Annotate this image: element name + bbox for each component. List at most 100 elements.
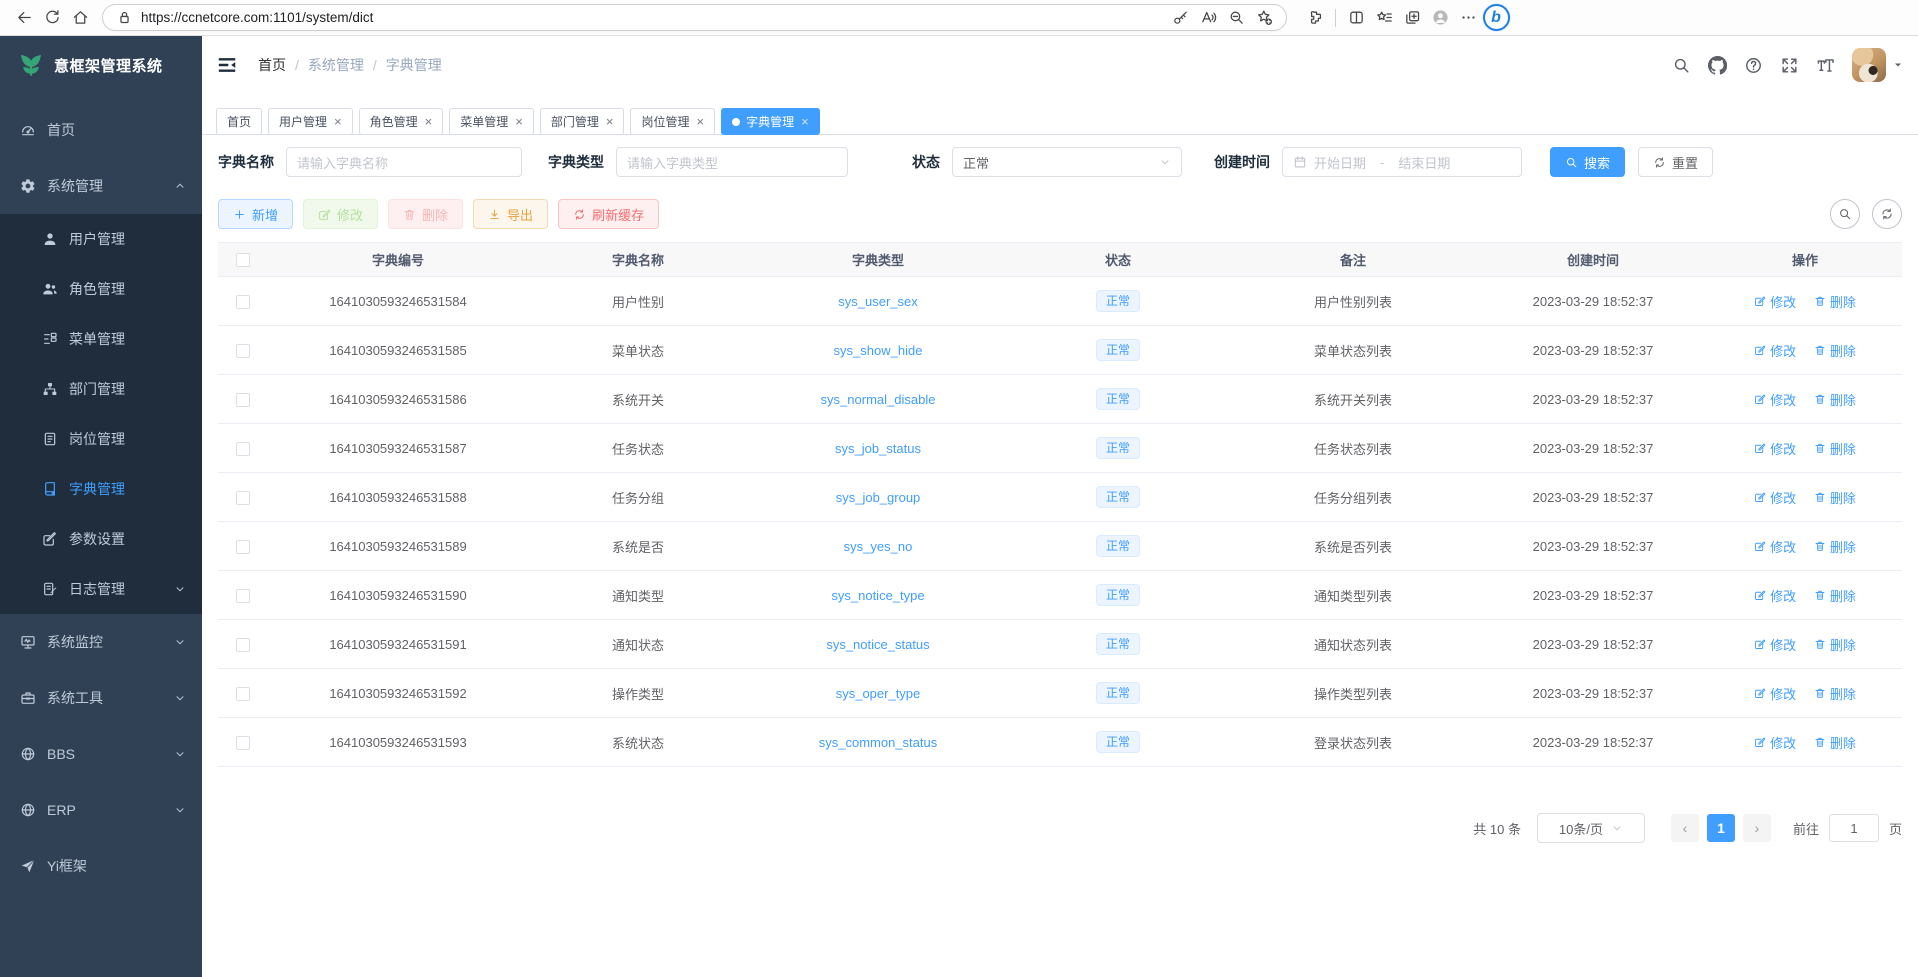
sidebar-item-菜单管理[interactable]: 菜单管理 [0,314,202,364]
sidebar-item-角色管理[interactable]: 角色管理 [0,264,202,314]
row-checkbox[interactable] [236,491,250,505]
avatar-caret-down-icon[interactable] [1892,59,1904,71]
search-icon[interactable] [1666,50,1696,80]
row-delete-link[interactable]: 删除 [1814,684,1856,703]
row-edit-link[interactable]: 修改 [1754,635,1796,654]
dict-type-input[interactable]: 请输入字典类型 [616,147,848,177]
row-edit-link[interactable]: 修改 [1754,684,1796,703]
sidebar-item-用户管理[interactable]: 用户管理 [0,214,202,264]
search-button[interactable]: 搜索 [1550,147,1625,177]
row-delete-link[interactable]: 删除 [1814,635,1856,654]
zoom-out-icon[interactable] [1222,4,1250,32]
date-end[interactable]: 结束日期 [1398,153,1450,172]
collapse-sidebar-icon[interactable] [216,54,238,76]
row-edit-link[interactable]: 修改 [1754,341,1796,360]
tab-close-icon[interactable]: × [515,115,523,128]
more-icon[interactable] [1454,4,1482,32]
tab-close-icon[interactable]: × [606,115,614,128]
edit-button[interactable]: 修改 [303,199,378,229]
read-aloud-icon[interactable] [1194,4,1222,32]
tab-菜单管理[interactable]: 菜单管理 × [449,108,534,135]
row-delete-link[interactable]: 删除 [1814,390,1856,409]
dict-type-link[interactable]: sys_notice_type [831,588,924,603]
row-checkbox[interactable] [236,295,250,309]
dict-type-link[interactable]: sys_oper_type [836,686,921,701]
row-edit-link[interactable]: 修改 [1754,733,1796,752]
tab-close-icon[interactable]: × [334,115,342,128]
row-delete-link[interactable]: 删除 [1814,292,1856,311]
tab-close-icon[interactable]: × [425,115,433,128]
sidebar-item-岗位管理[interactable]: 岗位管理 [0,414,202,464]
tab-字典管理[interactable]: 字典管理 × [721,108,820,135]
row-delete-link[interactable]: 删除 [1814,488,1856,507]
sidebar-item-首页[interactable]: 首页 [0,102,202,158]
next-page-button[interactable]: › [1743,814,1771,842]
tab-用户管理[interactable]: 用户管理 × [268,108,353,135]
add-button[interactable]: 新增 [218,199,293,229]
back-icon[interactable] [10,4,38,32]
row-delete-link[interactable]: 删除 [1814,733,1856,752]
help-icon[interactable] [1738,50,1768,80]
sidebar-item-参数设置[interactable]: 参数设置 [0,514,202,564]
sidebar-item-Yi框架[interactable]: Yi框架 [0,838,202,894]
row-edit-link[interactable]: 修改 [1754,586,1796,605]
select-all-checkbox[interactable] [236,253,250,267]
tab-close-icon[interactable]: × [696,115,704,128]
delete-button[interactable]: 删除 [388,199,463,229]
address-bar[interactable]: https://ccnetcore.com:1101/system/dict [102,4,1287,31]
reset-button[interactable]: 重置 [1638,147,1713,177]
sidebar-item-系统监控[interactable]: 系统监控 [0,614,202,670]
profile-icon[interactable] [1426,4,1454,32]
sidebar-item-BBS[interactable]: BBS [0,726,202,782]
prev-page-button[interactable]: ‹ [1671,814,1699,842]
tab-部门管理[interactable]: 部门管理 × [540,108,625,135]
sidebar-item-日志管理[interactable]: 日志管理 [0,564,202,614]
fullscreen-icon[interactable] [1774,50,1804,80]
row-edit-link[interactable]: 修改 [1754,292,1796,311]
date-range-input[interactable]: 开始日期 - 结束日期 [1282,147,1522,177]
row-delete-link[interactable]: 删除 [1814,341,1856,360]
sidebar-item-系统管理[interactable]: 系统管理 [0,158,202,214]
dict-type-link[interactable]: sys_job_group [836,490,921,505]
row-checkbox[interactable] [236,393,250,407]
dict-type-link[interactable]: sys_normal_disable [821,392,936,407]
page-size-select[interactable]: 10条/页 [1537,813,1645,843]
row-edit-link[interactable]: 修改 [1754,488,1796,507]
row-checkbox[interactable] [236,687,250,701]
date-start[interactable]: 开始日期 [1314,153,1366,172]
dict-type-link[interactable]: sys_notice_status [826,637,929,652]
extensions-icon[interactable] [1301,4,1329,32]
breadcrumb-home[interactable]: 首页 [258,55,286,75]
refresh-icon[interactable] [38,4,66,32]
favorite-add-icon[interactable] [1250,4,1278,32]
dict-type-link[interactable]: sys_user_sex [838,294,917,309]
url-text[interactable]: https://ccnetcore.com:1101/system/dict [141,10,1166,25]
sidebar-item-ERP[interactable]: ERP [0,782,202,838]
sidebar-item-系统工具[interactable]: 系统工具 [0,670,202,726]
split-screen-icon[interactable] [1342,4,1370,32]
tab-角色管理[interactable]: 角色管理 × [359,108,444,135]
dict-type-link[interactable]: sys_yes_no [844,539,913,554]
row-edit-link[interactable]: 修改 [1754,537,1796,556]
row-checkbox[interactable] [236,736,250,750]
row-checkbox[interactable] [236,589,250,603]
tab-close-icon[interactable]: × [801,115,809,128]
status-select[interactable]: 正常 [952,147,1182,177]
page-1-button[interactable]: 1 [1707,814,1735,842]
dict-name-input[interactable]: 请输入字典名称 [286,147,522,177]
row-edit-link[interactable]: 修改 [1754,439,1796,458]
row-checkbox[interactable] [236,540,250,554]
row-checkbox[interactable] [236,638,250,652]
export-button[interactable]: 导出 [473,199,548,229]
bing-icon[interactable]: b [1482,4,1510,32]
github-icon[interactable] [1702,50,1732,80]
collections-icon[interactable] [1398,4,1426,32]
sidebar-item-部门管理[interactable]: 部门管理 [0,364,202,414]
refresh-table-button[interactable] [1872,199,1902,229]
show-search-toggle-button[interactable] [1830,199,1860,229]
font-size-icon[interactable] [1810,50,1840,80]
row-edit-link[interactable]: 修改 [1754,390,1796,409]
dict-type-link[interactable]: sys_common_status [819,735,938,750]
sidebar-item-字典管理[interactable]: 字典管理 [0,464,202,514]
row-checkbox[interactable] [236,442,250,456]
